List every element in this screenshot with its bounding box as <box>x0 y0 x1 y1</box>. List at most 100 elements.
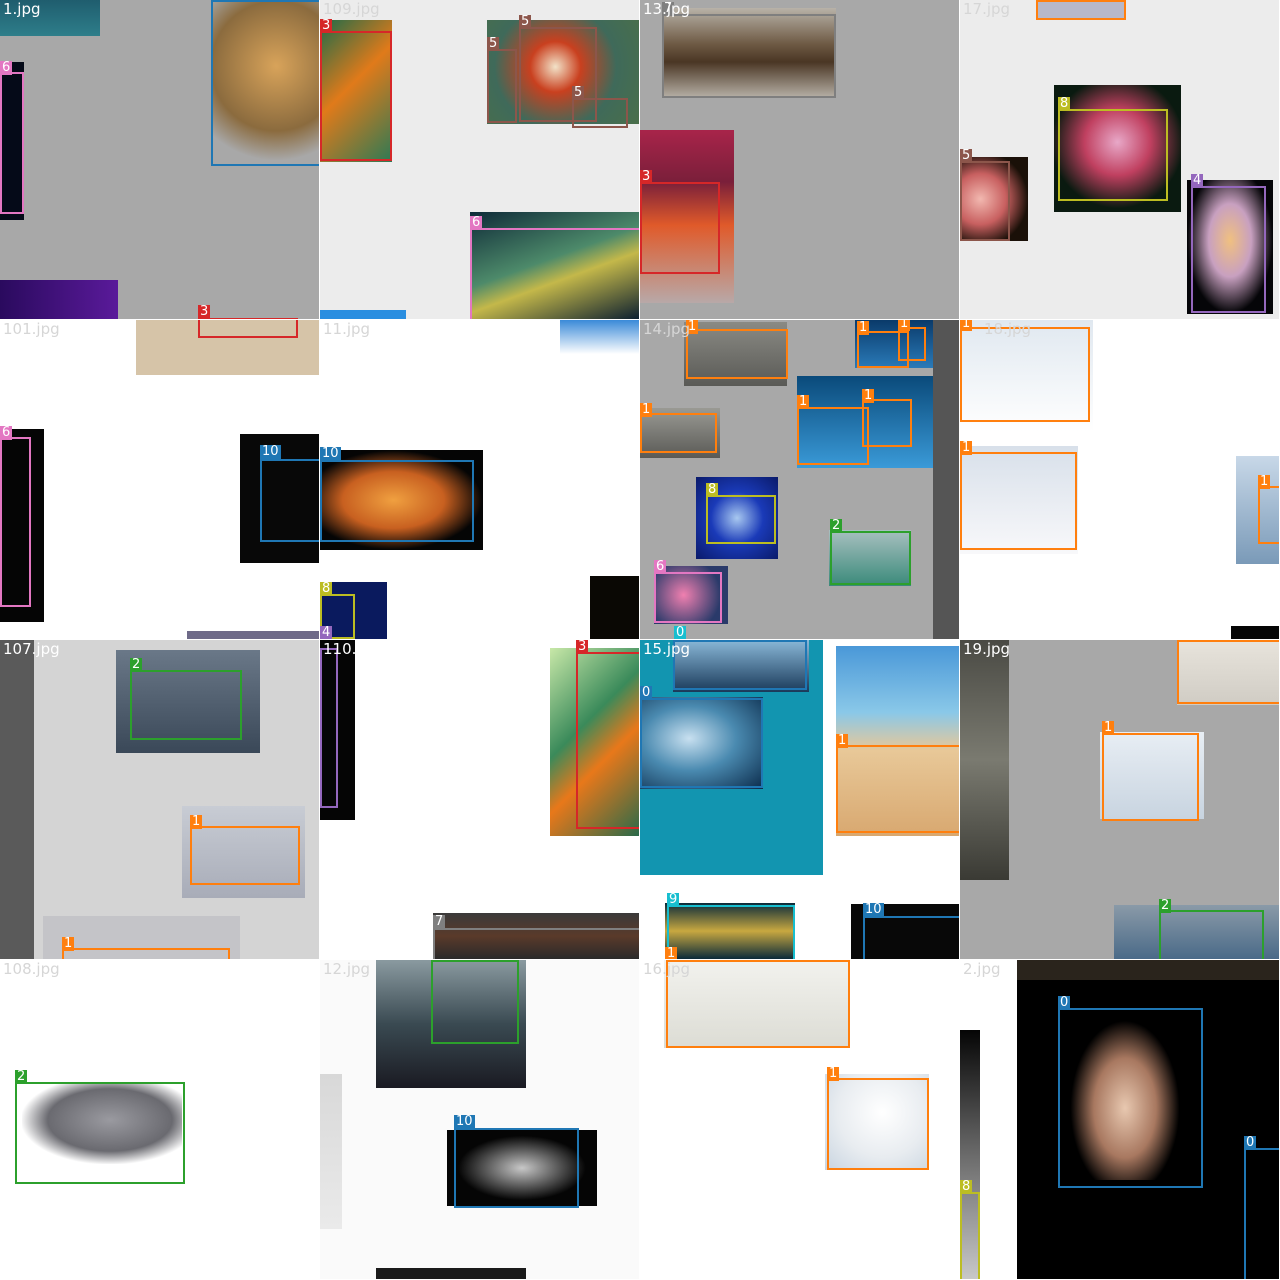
bbox-class-1 <box>640 413 717 453</box>
tile-filename: 110.jpg <box>323 640 380 658</box>
bbox-label: 0 <box>1244 1135 1257 1150</box>
bbox-class-4 <box>1191 186 1266 313</box>
bbox-class-7 <box>662 14 836 98</box>
bbox-class-0 <box>1058 1008 1203 1188</box>
bbox-label: 3 <box>576 640 589 654</box>
tile-filename: 12.jpg <box>323 960 371 978</box>
bbox-class-0 <box>640 698 763 788</box>
bbox-label: 8 <box>706 482 719 497</box>
bbox-label: 8 <box>960 1179 973 1194</box>
bbox-class-0 <box>673 640 807 690</box>
tile-filename: 18.jpg <box>984 320 1032 338</box>
tile-filename: 13.jpg <box>643 0 691 18</box>
bbox-class-2 <box>830 531 911 585</box>
tile-filename: 1.jpg <box>3 0 41 18</box>
bbox-class-1 <box>62 948 230 959</box>
bbox-class-1 <box>827 1078 929 1170</box>
bbox-class-1 <box>190 826 300 885</box>
tile-107-jpg: 2 1 1 107.jpg <box>0 640 319 959</box>
image-patch <box>320 1074 342 1229</box>
bbox-label: 5 <box>572 85 585 100</box>
bbox-class-6 <box>0 72 24 214</box>
tile-filename: 109.jpg <box>323 0 380 18</box>
bbox-label: 0 <box>1058 995 1071 1010</box>
bbox-label: 9 <box>667 892 680 907</box>
bbox-class-8 <box>960 1192 980 1279</box>
bbox-label: 10 <box>320 446 341 461</box>
bbox-label: 8 <box>320 581 333 596</box>
bbox-class-10 <box>863 916 959 959</box>
mosaic-grid: 6 3 1.jpg 3 5 5 5 6 109.jpg 7 3 13.jpg 8… <box>0 0 1280 1280</box>
bbox-label: 10 <box>260 444 281 459</box>
bbox-class-2 <box>130 670 242 740</box>
bbox-label: 3 <box>640 169 653 184</box>
tile-13-jpg: 7 3 13.jpg <box>640 0 959 319</box>
bbox-class-4 <box>320 648 338 808</box>
bbox-label: 3 <box>320 18 333 33</box>
bbox-label: 6 <box>0 425 13 440</box>
bbox-label: 7 <box>433 914 446 929</box>
image-patch-dark <box>376 1268 526 1279</box>
tile-14-jpg: 1 1 1 1 1 1 8 2 6 0 14.jpg <box>640 320 959 639</box>
tile-filename: 19.jpg <box>963 640 1011 658</box>
bbox-label: 5 <box>960 148 973 163</box>
bbox-class-7 <box>433 928 639 959</box>
tile-filename: 107.jpg <box>3 640 60 658</box>
image-patch-dark <box>1231 626 1279 639</box>
bbox-label: 1 <box>960 320 973 331</box>
bbox-label: 6 <box>0 60 13 75</box>
tile-filename: 14.jpg <box>643 320 691 338</box>
bbox-label: 1 <box>1102 720 1115 735</box>
bbox-label: 1 <box>836 733 849 748</box>
image-patch-dark <box>590 576 639 639</box>
bbox-label: 1 <box>857 320 870 335</box>
image-patch <box>1017 960 1279 980</box>
bbox-class-0 <box>1244 1148 1279 1279</box>
tile-12-jpg: 2 10 12.jpg <box>320 960 639 1279</box>
bbox-label: 2 <box>1159 898 1172 913</box>
bbox-class-1 <box>1177 640 1279 704</box>
bbox-class-1 <box>960 327 1090 422</box>
tile-110-jpg: 3 7 110.jpg <box>320 640 639 959</box>
tile-11-jpg: 10 8 4 11.jpg <box>320 320 639 639</box>
bbox-label: 5 <box>487 36 500 51</box>
image-patch <box>187 631 319 639</box>
bbox-class-1 <box>1102 733 1199 821</box>
bbox-label: 1 <box>898 320 911 331</box>
tile-filename: 17.jpg <box>963 0 1011 18</box>
image-patch-border <box>933 320 959 639</box>
bbox-label: 1 <box>62 936 75 951</box>
bbox-label: 10 <box>454 1114 475 1129</box>
bbox-label: 10 <box>863 902 884 917</box>
bbox-class-10 <box>320 460 474 542</box>
image-patch-border <box>0 640 34 959</box>
bbox-class-6 <box>0 437 31 607</box>
tile-101-jpg: 6 10 101.jpg <box>0 320 319 639</box>
bbox-class-1 <box>836 745 959 833</box>
bbox-class-6 <box>654 572 722 623</box>
bbox-class-1 <box>960 452 1077 550</box>
bbox-label: 1 <box>827 1066 840 1081</box>
bbox-label: 1 <box>665 946 678 959</box>
bbox-class-1 <box>1258 486 1279 544</box>
bbox-label: 0 <box>640 685 653 700</box>
bbox-class-10 <box>260 459 319 542</box>
bbox-class-10 <box>454 1128 579 1208</box>
bbox-class-5 <box>572 98 628 128</box>
bbox-class-6 <box>470 228 639 319</box>
tile-15-jpg: 0 1 9 10 1 15.jpg <box>640 640 959 959</box>
bbox-label: 5 <box>519 14 532 29</box>
bbox-class-3 <box>198 320 298 338</box>
bbox-label: 1 <box>1258 474 1271 489</box>
bbox-label: 4 <box>320 625 333 639</box>
bbox-label: 1 <box>797 394 810 409</box>
bbox-label: 0 <box>674 625 687 639</box>
bbox-class-1 <box>862 399 912 447</box>
tile-filename: 16.jpg <box>643 960 691 978</box>
bbox-label: 2 <box>130 657 143 672</box>
tile-109-jpg: 3 5 5 5 6 109.jpg <box>320 0 639 319</box>
bbox-class-8 <box>1058 109 1168 201</box>
tile-filename: 101.jpg <box>3 320 60 338</box>
bbox-class-2 <box>431 960 519 1044</box>
tile-19-jpg: 1 1 2 19.jpg <box>960 640 1279 959</box>
